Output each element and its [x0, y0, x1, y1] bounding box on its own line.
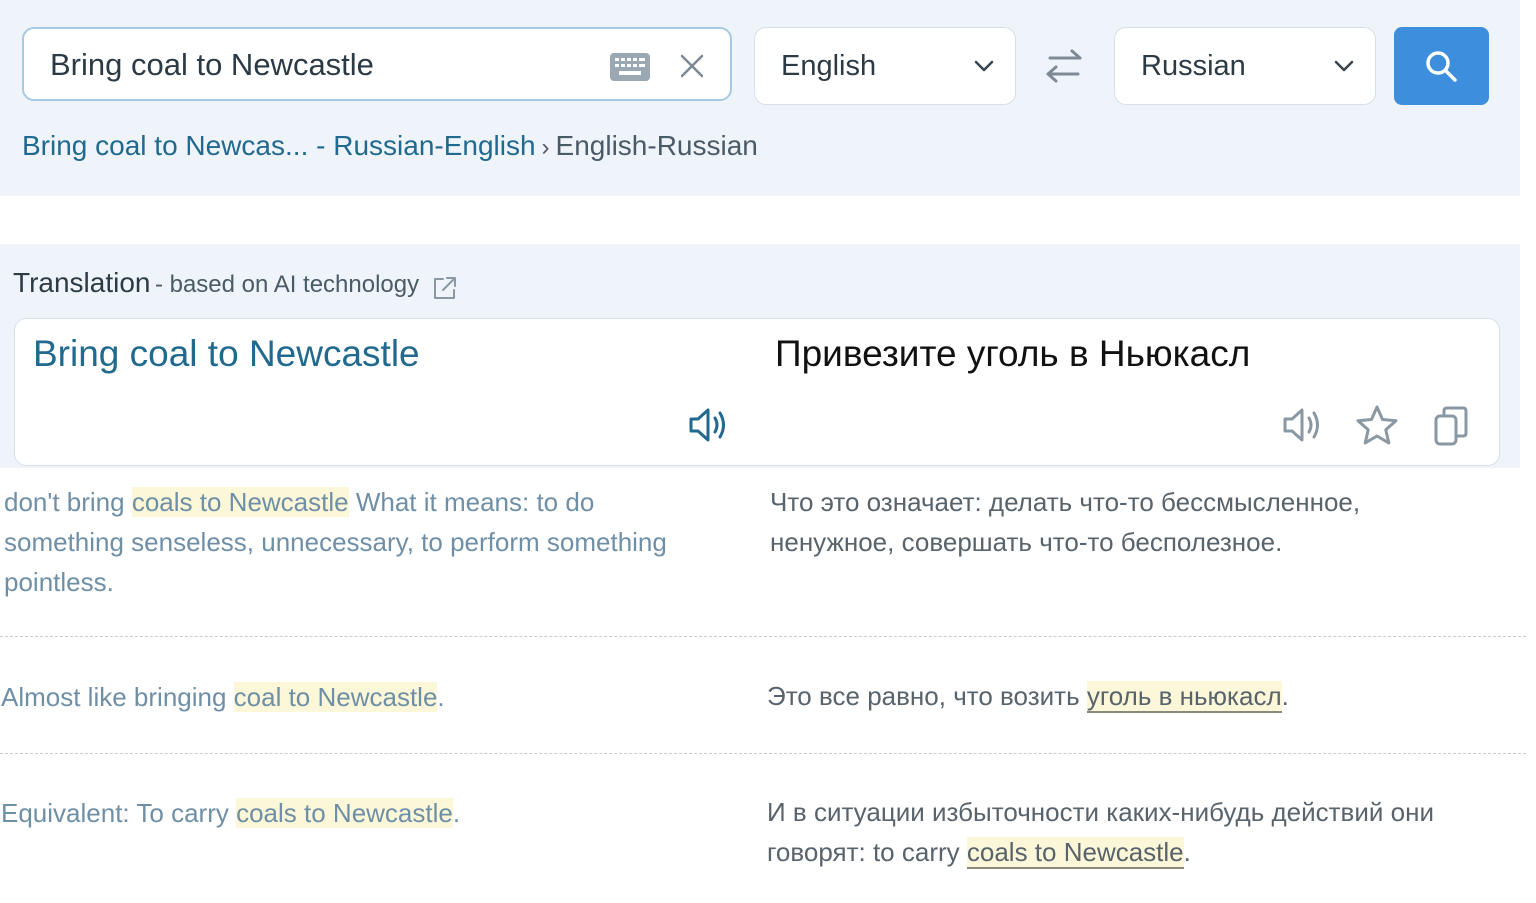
star-icon[interactable]: [1355, 404, 1399, 446]
translation-title: Translation: [13, 267, 151, 298]
divider: [0, 636, 1526, 637]
example-target-2: Это все равно, что возить уголь в ньюкас…: [767, 681, 1289, 713]
close-icon[interactable]: [679, 53, 705, 79]
source-language-select[interactable]: English: [754, 27, 1016, 105]
search-icon: [1426, 51, 1457, 82]
example-target-3: И в ситуации избыточности каких-нибудь д…: [767, 797, 1434, 869]
chevron-right-icon: ›: [541, 134, 550, 161]
translation-source-text: Bring coal to Newcastle: [33, 333, 420, 374]
search-input[interactable]: [48, 29, 592, 101]
translation-card: Bring coal to Newcastle Привезите уголь …: [14, 318, 1500, 466]
translation-subtitle: - based on AI technology: [154, 271, 420, 298]
example-source-1: don't bring coals to Newcastle What it m…: [4, 487, 667, 597]
speaker-icon[interactable]: [687, 405, 731, 445]
target-language-select[interactable]: Russian: [1114, 27, 1376, 105]
example-link[interactable]: уголь в ньюкасл: [1086, 681, 1282, 713]
swap-icon[interactable]: [1044, 48, 1084, 84]
example-target-1: Что это означает: делать что-то бессмысл…: [770, 487, 1361, 557]
breadcrumb-current: English-Russian: [555, 130, 758, 161]
copy-icon[interactable]: [1433, 405, 1471, 447]
target-language-label: Russian: [1141, 50, 1246, 82]
speaker-icon[interactable]: [1281, 405, 1325, 445]
chevron-down-icon: [1334, 60, 1354, 72]
search-button[interactable]: [1394, 27, 1489, 105]
breadcrumb: Bring coal to Newcas... - Russian-Englis…: [22, 130, 758, 162]
example-source-3: Equivalent: To carry coals to Newcastle.: [1, 798, 461, 828]
chevron-down-icon: [974, 60, 994, 72]
translation-target-text: Привезите уголь в Ньюкасл: [775, 333, 1251, 374]
breadcrumb-link[interactable]: Bring coal to Newcas... - Russian-Englis…: [22, 130, 536, 161]
example-source-2: Almost like bringing coal to Newcastle.: [1, 682, 445, 712]
search-box[interactable]: [22, 27, 732, 101]
divider: [0, 753, 1526, 754]
example-link[interactable]: coals to Newcastle: [966, 837, 1184, 869]
translation-header: Translation - based on AI technology: [13, 267, 458, 301]
external-link-icon[interactable]: [432, 275, 458, 301]
keyboard-icon[interactable]: [610, 53, 650, 81]
source-language-label: English: [781, 50, 877, 82]
